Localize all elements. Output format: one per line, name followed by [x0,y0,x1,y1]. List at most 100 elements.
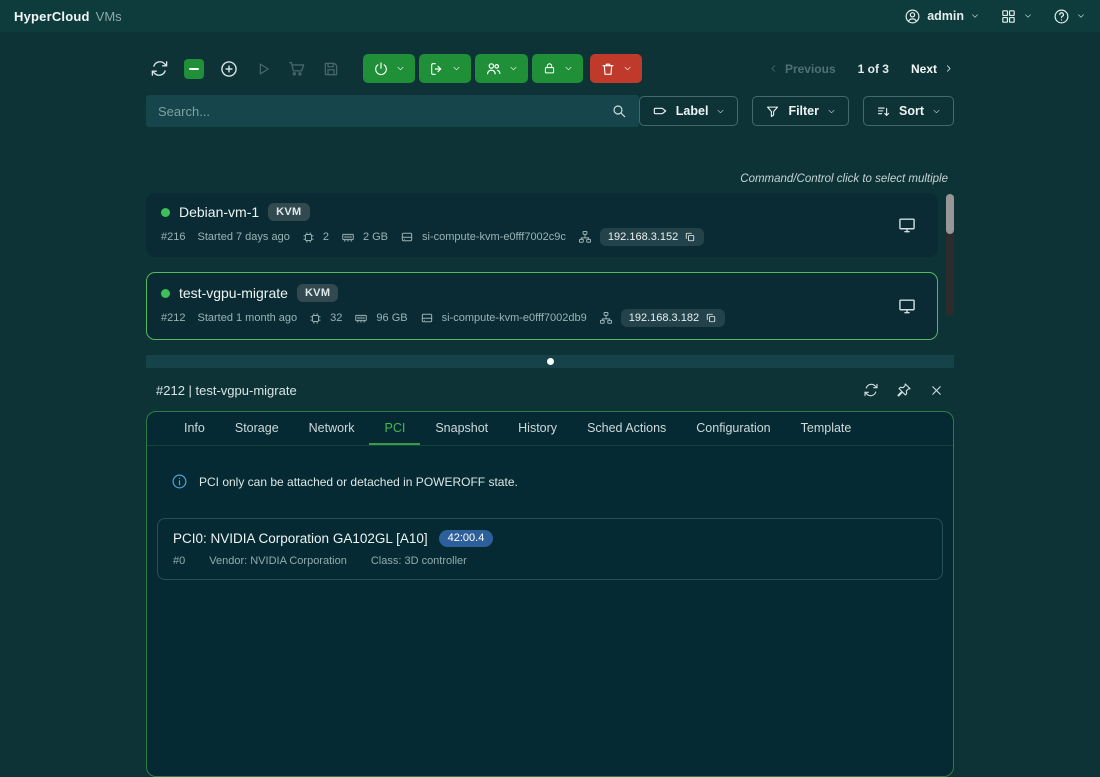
vm-started: Started 1 month ago [197,312,297,324]
deploy-button[interactable] [249,55,276,82]
vm-name: Debian-vm-1 [179,204,259,220]
topbar: HyperCloud VMs admin [0,0,1100,32]
chevron-down-icon [932,107,941,116]
detail-refresh-button[interactable] [863,382,879,398]
lock-actions-button[interactable] [532,54,583,83]
monitor-icon [897,296,917,316]
hypervisor-badge: KVM [268,203,309,221]
pin-icon [896,382,912,398]
filter-group: Label Filter Sort [639,96,954,126]
sort-button[interactable]: Sort [863,96,954,126]
chevron-down-icon [1023,11,1033,21]
status-dot-running [161,289,170,298]
split-divider[interactable] [146,355,954,368]
search-input[interactable] [158,104,611,119]
save-template-button[interactable] [317,55,344,82]
select-all-checkbox[interactable] [184,59,204,79]
ram-icon [341,230,355,244]
network-icon [599,311,613,325]
brand: HyperCloud VMs [14,9,122,24]
hypervisor-badge: KVM [297,284,338,302]
apps-menu[interactable] [1000,8,1033,25]
chevron-down-icon [623,64,632,73]
chevron-down-icon [1076,11,1086,21]
vm-host: si-compute-kvm-e0fff7002db9 [442,312,587,324]
cpu-icon [302,231,315,244]
chevron-down-icon [452,64,461,73]
tab-sched-actions[interactable]: Sched Actions [572,412,681,445]
main-content: Previous 1 of 3 Next Label Filter [146,54,954,777]
sort-icon [876,104,891,119]
vm-id: #212 [161,312,185,324]
tab-history[interactable]: History [503,412,572,445]
ram-icon [354,311,368,325]
vm-memory: 2 GB [363,231,388,243]
cpu-icon [309,312,322,325]
tab-storage[interactable]: Storage [220,412,294,445]
vm-ip: 192.168.3.152 [608,231,678,243]
help-icon [1053,8,1070,25]
vm-started: Started 7 days ago [197,231,289,243]
chevron-down-icon [509,64,518,73]
vnc-console-button[interactable] [891,211,923,239]
chevron-down-icon [970,11,980,21]
vm-name: test-vgpu-migrate [179,285,288,301]
topbar-right: admin [904,8,1086,25]
apps-grid-icon [1000,8,1017,25]
label-icon [652,103,668,119]
vm-row-debian-vm-1[interactable]: Debian-vm-1 KVM #216 Started 7 days ago … [146,193,938,257]
filter-funnel-icon [765,104,780,119]
vm-toolbar: Previous 1 of 3 Next [146,54,954,83]
marketplace-button[interactable] [283,55,310,82]
vnc-console-button[interactable] [891,292,923,320]
detail-title: #212 | test-vgpu-migrate [146,383,297,398]
tab-configuration[interactable]: Configuration [681,412,785,445]
chevron-right-icon [943,63,954,74]
monitor-icon [897,215,917,235]
power-actions-button[interactable] [363,54,415,83]
tab-template[interactable]: Template [786,412,867,445]
previous-page-button[interactable]: Previous [768,62,836,76]
label-button[interactable]: Label [639,96,739,126]
vm-ip-pill[interactable]: 192.168.3.182 [621,309,725,327]
search-icon[interactable] [611,103,627,119]
migrate-actions-button[interactable] [419,54,471,83]
detail-header: #212 | test-vgpu-migrate [146,377,954,403]
status-dot-running [161,208,170,217]
next-page-button[interactable]: Next [911,62,954,76]
vm-ip-pill[interactable]: 192.168.3.152 [600,228,704,246]
vm-list-scrollbar[interactable] [946,194,954,316]
toolbar-actions [146,54,642,83]
page-status: 1 of 3 [858,62,889,76]
pci-device-title: PCI0: NVIDIA Corporation GA102GL [A10] [173,531,428,546]
users-icon [485,60,502,77]
detail-tabs: Info Storage Network PCI Snapshot Histor… [147,412,953,446]
alert-text: PCI only can be attached or detached in … [199,475,518,489]
vm-host: si-compute-kvm-e0fff7002c9c [422,231,566,243]
trash-icon [600,61,616,77]
pci-device-index: #0 [173,555,185,567]
page-dot-indicator[interactable] [547,358,554,365]
pci-device-card[interactable]: PCI0: NVIDIA Corporation GA102GL [A10] 4… [157,518,943,580]
tab-pci[interactable]: PCI [369,412,420,445]
tab-info[interactable]: Info [169,412,220,445]
create-vm-button[interactable] [215,55,242,82]
vm-row-test-vgpu-migrate[interactable]: test-vgpu-migrate KVM #212 Started 1 mon… [146,272,938,340]
tab-snapshot[interactable]: Snapshot [420,412,503,445]
close-icon [929,383,944,398]
ownership-actions-button[interactable] [475,54,528,83]
filter-button[interactable]: Filter [752,96,849,126]
delete-actions-button[interactable] [590,54,642,83]
detail-close-button[interactable] [929,383,944,398]
help-menu[interactable] [1053,8,1086,25]
chevron-down-icon [396,64,405,73]
pci-device-vendor: Vendor: NVIDIA Corporation [209,555,347,567]
detail-pin-button[interactable] [896,382,912,398]
tab-network[interactable]: Network [294,412,370,445]
scrollbar-thumb[interactable] [946,194,954,234]
chevron-down-icon [716,107,725,116]
chevron-down-icon [827,107,836,116]
vm-cpu: 32 [330,312,342,324]
refresh-button[interactable] [146,55,173,82]
user-menu[interactable]: admin [904,8,980,25]
